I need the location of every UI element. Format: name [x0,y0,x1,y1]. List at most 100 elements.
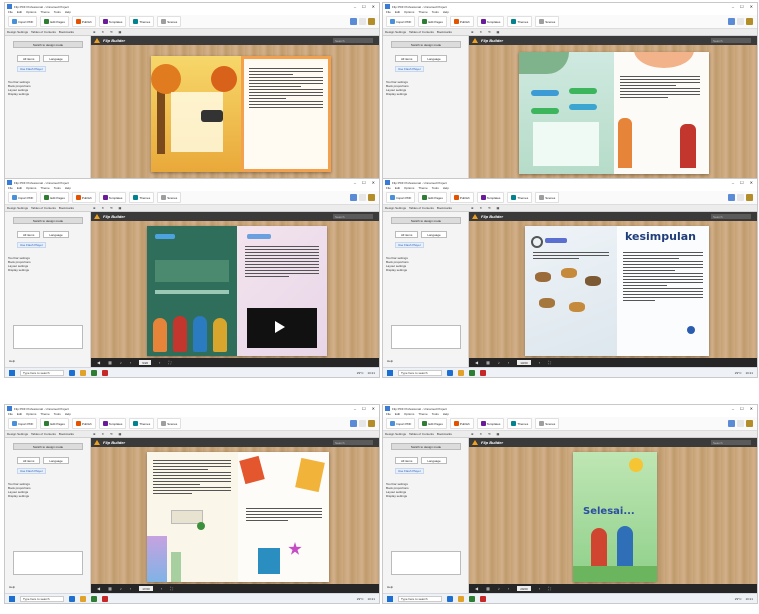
switch-design-mode-button[interactable]: Switch to design mode [13,443,83,450]
language-button[interactable]: Language [43,55,69,62]
first-page-icon[interactable]: ◀ [475,360,478,365]
settings-item[interactable]: Display settings [386,92,409,96]
templates-button[interactable]: Templates [476,418,505,429]
taskbar-app[interactable] [69,595,75,602]
help-link[interactable]: Help [9,359,15,363]
themes-button[interactable]: Themes [507,16,533,27]
edit-pages-button[interactable]: Edit Pages [40,418,69,429]
zoom-icon[interactable]: ⊕ [471,432,474,436]
maximize-button[interactable]: ☐ [362,406,366,411]
tab-toc[interactable]: Tables of Contents [31,30,56,34]
language-button[interactable]: Language [43,457,69,464]
taskbar-app[interactable] [480,369,486,376]
tab-design-settings[interactable]: Design Settings [385,30,406,34]
tab-bookmarks[interactable]: Bookmarks [59,432,74,436]
settings-icon[interactable] [359,194,366,201]
templates-button[interactable]: Templates [476,192,505,203]
all-items-button[interactable]: All items [17,457,41,464]
taskbar-app[interactable] [91,369,97,376]
tab-bookmarks[interactable]: Bookmarks [437,206,452,210]
close-tab-icon[interactable]: ✕ [480,432,483,436]
back-cover[interactable]: Selesai... [573,452,657,582]
windows-start-icon[interactable] [387,595,393,602]
tab-toc[interactable]: Tables of Contents [31,432,56,436]
templates-button[interactable]: Templates [476,16,505,27]
language-button[interactable]: Language [421,457,447,464]
close-button[interactable]: ✕ [372,406,375,411]
switch-design-mode-button[interactable]: Switch to design mode [391,41,461,48]
links-icon[interactable]: ▦ [497,30,500,34]
links-icon[interactable]: ▦ [497,206,500,210]
minimize-button[interactable]: – [732,4,734,9]
help-icon[interactable] [350,420,357,427]
first-page-icon[interactable]: ◀ [97,586,100,591]
settings-icon[interactable] [359,420,366,427]
taskbar-app[interactable] [469,595,475,602]
flash-player-link[interactable]: Use Flash Player [17,66,46,72]
scenes-button[interactable]: Scenes [535,16,560,27]
play-icon[interactable] [275,321,285,333]
themes-button[interactable]: Themes [129,16,155,27]
page-number-input[interactable]: 17/20 [139,586,153,591]
publish-button[interactable]: Publish [449,192,474,203]
exit-icon[interactable] [746,194,753,201]
switch-design-mode-button[interactable]: Switch to design mode [391,443,461,450]
settings-icon[interactable] [737,18,744,25]
close-tab-icon[interactable]: ✕ [480,30,483,34]
links-icon[interactable]: ▦ [119,432,122,436]
thumbnails-icon[interactable]: ▦ [486,586,490,591]
close-tab-icon[interactable]: ✕ [102,206,105,210]
open-book[interactable]: kesimpulan [525,226,709,356]
publish-button[interactable]: Publish [71,418,96,429]
taskbar-app[interactable] [447,369,453,376]
taskbar-app[interactable] [480,595,486,602]
language-button[interactable]: Language [421,55,447,62]
first-page-icon[interactable]: ◀ [475,586,478,591]
themes-button[interactable]: Themes [129,192,155,203]
taskbar-app[interactable] [80,369,86,376]
sound-icon[interactable]: ♪ [120,360,122,365]
taskbar-app[interactable] [447,595,453,602]
taskbar-app[interactable] [91,595,97,602]
flash-player-link[interactable]: Use Flash Player [395,66,424,72]
import-pdf-button[interactable]: Import PDF [8,16,38,27]
all-items-button[interactable]: All items [395,55,419,62]
close-tab-icon[interactable]: ✕ [102,432,105,436]
flipbook-search[interactable]: Search [333,440,373,445]
publish-button[interactable]: Publish [71,16,96,27]
templates-button[interactable]: Templates [98,192,127,203]
themes-button[interactable]: Themes [507,418,533,429]
flip-icon[interactable]: ⟲ [488,432,491,436]
help-icon[interactable] [728,420,735,427]
settings-item[interactable]: Display settings [8,92,31,96]
tab-design-settings[interactable]: Design Settings [7,30,28,34]
tab-bookmarks[interactable]: Bookmarks [437,30,452,34]
import-pdf-button[interactable]: Import PDF [386,418,416,429]
settings-item[interactable]: Display settings [8,494,31,498]
open-book[interactable] [151,56,331,172]
language-button[interactable]: Language [43,231,69,238]
settings-icon[interactable] [737,420,744,427]
zoom-icon[interactable]: ⊕ [471,30,474,34]
flipbook-search[interactable]: Search [711,38,751,43]
close-tab-icon[interactable]: ✕ [102,30,105,34]
tab-bookmarks[interactable]: Bookmarks [437,432,452,436]
all-items-button[interactable]: All items [17,55,41,62]
taskbar-search[interactable]: Type here to search [398,369,442,376]
templates-button[interactable]: Templates [98,16,127,27]
maximize-button[interactable]: ☐ [740,180,744,185]
maximize-button[interactable]: ☐ [362,4,366,9]
tab-design-settings[interactable]: Design Settings [385,206,406,210]
next-page-icon[interactable]: › [539,586,540,591]
taskbar-search[interactable]: Type here to search [20,595,64,602]
settings-item[interactable]: Display settings [8,268,31,272]
flipbook-search[interactable]: Search [711,440,751,445]
taskbar-search[interactable]: Type here to search [20,369,64,376]
language-button[interactable]: Language [421,231,447,238]
maximize-button[interactable]: ☐ [740,406,744,411]
page-number-input[interactable]: 13/20 [517,360,531,365]
all-items-button[interactable]: All items [395,231,419,238]
links-icon[interactable]: ▦ [497,432,500,436]
flash-player-link[interactable]: Use Flash Player [395,468,424,474]
close-tab-icon[interactable]: ✕ [480,206,483,210]
